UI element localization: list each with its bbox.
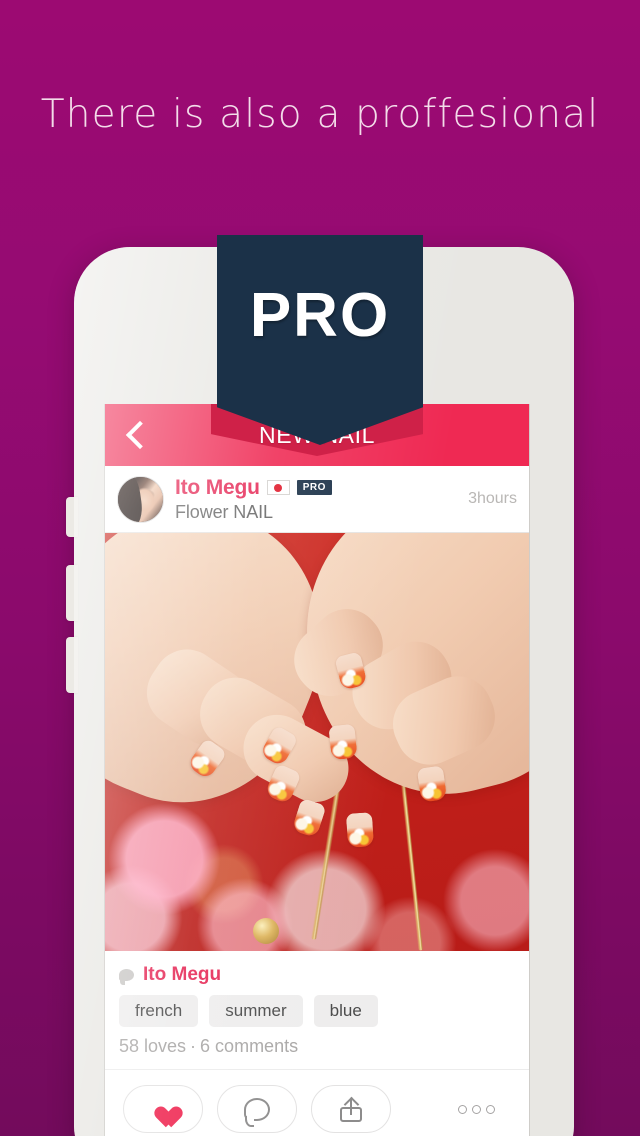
post-subtitle: Flower NAIL <box>175 501 273 522</box>
post-photo[interactable] <box>105 533 529 951</box>
promo-screenshot: There is also a proffesional NEW NAIL <box>0 0 640 1136</box>
japan-flag-icon <box>266 480 290 495</box>
avatar[interactable] <box>117 475 164 523</box>
post-author-block: Ito Megu PRO Flower NAIL <box>175 476 462 523</box>
tag-chip[interactable]: blue <box>313 995 378 1027</box>
post-stats: 58 loves · 6 comments <box>105 1027 529 1057</box>
post-timestamp: 3hours <box>468 490 517 507</box>
share-icon <box>340 1096 362 1122</box>
action-bar <box>105 1069 529 1136</box>
promo-headline: There is also a proffesional <box>40 92 600 137</box>
pro-ribbon: PRO <box>217 235 423 445</box>
photo-nail <box>345 812 374 848</box>
comments-count[interactable]: 6 comments <box>200 1036 298 1056</box>
post-name-row: Ito Megu PRO <box>175 476 462 500</box>
stats-separator: · <box>190 1036 197 1056</box>
photo-nail <box>328 723 358 761</box>
comment-button[interactable] <box>217 1085 297 1133</box>
heart-icon <box>151 1098 175 1120</box>
phone-silent-switch[interactable] <box>66 497 78 537</box>
tag-list: french summer blue <box>105 986 529 1027</box>
share-button[interactable] <box>311 1085 391 1133</box>
more-dot <box>472 1104 481 1114</box>
phone-volume-up-button[interactable] <box>66 565 78 621</box>
photo-gold-bead <box>253 917 280 944</box>
japan-flag-disc <box>274 483 283 492</box>
tag-chip[interactable]: french <box>119 995 199 1027</box>
tag-chip[interactable]: summer <box>209 995 303 1027</box>
comment-row[interactable]: Ito Megu <box>105 951 529 986</box>
phone-screen: NEW NAIL Ito Megu PRO Flower NAIL <box>104 404 530 1136</box>
more-options-button[interactable] <box>458 1104 511 1114</box>
pro-badge: PRO <box>296 480 332 495</box>
pro-ribbon-label: PRO <box>249 281 391 350</box>
speech-bubble-icon <box>244 1097 270 1127</box>
speech-bubble-icon <box>119 969 134 985</box>
loves-count[interactable]: 58 loves <box>119 1036 186 1056</box>
phone-volume-down-button[interactable] <box>66 637 78 693</box>
like-button[interactable] <box>123 1085 203 1133</box>
post-author-name[interactable]: Ito Megu <box>175 476 260 500</box>
comment-author-name[interactable]: Ito Megu <box>143 964 221 986</box>
post-header: Ito Megu PRO Flower NAIL 3hours <box>105 466 529 533</box>
more-dot <box>486 1104 495 1114</box>
more-dot <box>458 1104 467 1114</box>
